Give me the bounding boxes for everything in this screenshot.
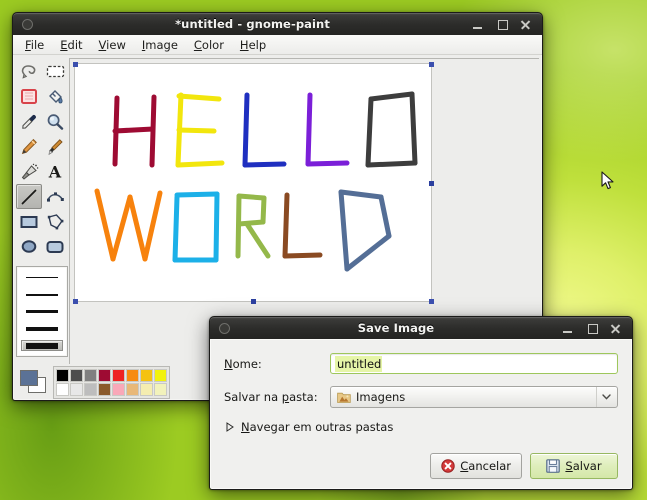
menu-file[interactable]: File [17, 36, 52, 54]
menu-edit[interactable]: Edit [52, 36, 90, 54]
tool-color-picker[interactable] [16, 109, 42, 134]
canvas-handle-bottom-center[interactable] [251, 299, 256, 304]
palette-swatch[interactable] [154, 368, 167, 382]
tool-airbrush[interactable] [16, 159, 42, 184]
toolbox: A [13, 55, 69, 364]
canvas-handle-bottom-right[interactable] [429, 299, 434, 304]
palette-swatch[interactable] [140, 368, 153, 382]
folder-select[interactable]: Imagens [330, 386, 618, 408]
tool-rectangle-select[interactable] [42, 59, 68, 84]
palette-swatch[interactable] [126, 368, 139, 382]
tool-eraser[interactable] [16, 84, 42, 109]
save-button-label: Salvar [565, 459, 602, 473]
expander-triangle-icon [226, 422, 234, 432]
line-width-option[interactable] [21, 306, 63, 317]
palette-swatch[interactable] [112, 382, 125, 396]
tool-paintbrush[interactable] [42, 134, 68, 159]
tool-pencil[interactable] [16, 134, 42, 159]
svg-text:A: A [48, 163, 62, 180]
minimize-icon[interactable] [472, 19, 483, 30]
palette-swatch[interactable] [70, 382, 83, 396]
canvas-handle-bottom-left[interactable] [73, 299, 78, 304]
paint-titlebar[interactable]: *untitled - gnome-paint [12, 12, 543, 35]
tool-rounded-rectangle[interactable] [42, 234, 68, 259]
folder-label: Salvar na pasta: [224, 390, 318, 404]
floppy-save-icon [546, 459, 561, 473]
menu-color[interactable]: Color [186, 36, 232, 54]
save-image-dialog: Save Image Nome: untitled Salvar na past… [209, 316, 633, 490]
tool-fill-bucket[interactable] [42, 84, 68, 109]
menubar: File Edit View Image Color Help [13, 35, 542, 55]
browse-other-folders-expander[interactable]: Navegar em outras pastas [226, 420, 618, 434]
filename-input[interactable]: untitled [330, 353, 618, 374]
canvas-artwork [94, 91, 418, 272]
name-label: Nome: [224, 356, 262, 371]
palette-swatch[interactable] [140, 382, 153, 396]
maximize-icon[interactable] [496, 19, 508, 30]
menu-image[interactable]: Image [134, 36, 186, 54]
dialog-minimize-icon[interactable] [562, 323, 573, 334]
tool-magnifier[interactable] [42, 109, 68, 134]
tool-text[interactable]: A [42, 159, 68, 184]
drawing-canvas[interactable] [73, 62, 434, 304]
canvas-handle-top-right[interactable] [429, 62, 434, 67]
dialog-close-icon[interactable] [610, 323, 621, 334]
dialog-window-controls [562, 323, 621, 334]
tool-polygon[interactable] [42, 209, 68, 234]
line-width-option[interactable] [21, 323, 63, 334]
name-row: Nome: untitled [224, 353, 618, 374]
palette-grid [53, 365, 170, 399]
palette-swatch[interactable] [84, 382, 97, 396]
expander-label: Navegar em outras pastas [241, 420, 394, 434]
canvas-handle-top-left[interactable] [73, 62, 78, 67]
tool-rectangle[interactable] [16, 209, 42, 234]
save-button[interactable]: Salvar [530, 453, 618, 479]
palette-swatch[interactable] [56, 382, 69, 396]
window-menu-icon[interactable] [22, 18, 33, 30]
cancel-button-label: Cancelar [460, 459, 511, 473]
filename-value: untitled [335, 355, 383, 372]
foreground-color-swatch[interactable] [20, 370, 38, 386]
menu-help[interactable]: Help [232, 36, 274, 54]
palette-swatch[interactable] [56, 368, 69, 382]
palette-swatch[interactable] [98, 368, 111, 382]
dialog-titlebar[interactable]: Save Image [209, 316, 633, 339]
tool-curve[interactable] [42, 184, 68, 209]
dialog-title: Save Image [357, 321, 435, 335]
menu-view[interactable]: View [91, 36, 134, 54]
palette-swatch[interactable] [112, 368, 125, 382]
palette-swatch[interactable] [98, 382, 111, 396]
palette-swatch[interactable] [154, 382, 167, 396]
dialog-body: Nome: untitled Salvar na pasta: Imagens [209, 339, 633, 490]
foreground-background-swatch[interactable] [19, 369, 49, 395]
tool-line[interactable] [16, 184, 42, 209]
cancel-circle-icon [441, 459, 455, 473]
cancel-button[interactable]: Cancelar [430, 453, 522, 479]
paint-window-controls [472, 19, 531, 30]
line-width-selector [16, 266, 68, 357]
tool-grid: A [16, 59, 68, 259]
tool-free-form-select[interactable] [16, 59, 42, 84]
palette-swatch[interactable] [126, 382, 139, 396]
tool-ellipse[interactable] [16, 234, 42, 259]
dialog-maximize-icon[interactable] [586, 323, 598, 334]
chevron-down-icon[interactable] [596, 387, 615, 407]
dialog-button-box: Cancelar Salvar [224, 453, 618, 479]
line-width-option[interactable] [21, 289, 63, 300]
folder-row: Salvar na pasta: Imagens [224, 386, 618, 408]
canvas-handle-middle-right[interactable] [429, 181, 434, 186]
palette-swatch[interactable] [70, 368, 83, 382]
line-width-option-selected[interactable] [21, 340, 63, 351]
folder-value: Imagens [356, 390, 406, 404]
paint-window-title: *untitled - gnome-paint [175, 17, 330, 31]
close-icon[interactable] [520, 19, 531, 30]
line-width-option[interactable] [21, 272, 63, 283]
folder-pictures-icon [337, 392, 351, 403]
palette-swatch[interactable] [84, 368, 97, 382]
dialog-window-menu-icon[interactable] [219, 322, 230, 334]
